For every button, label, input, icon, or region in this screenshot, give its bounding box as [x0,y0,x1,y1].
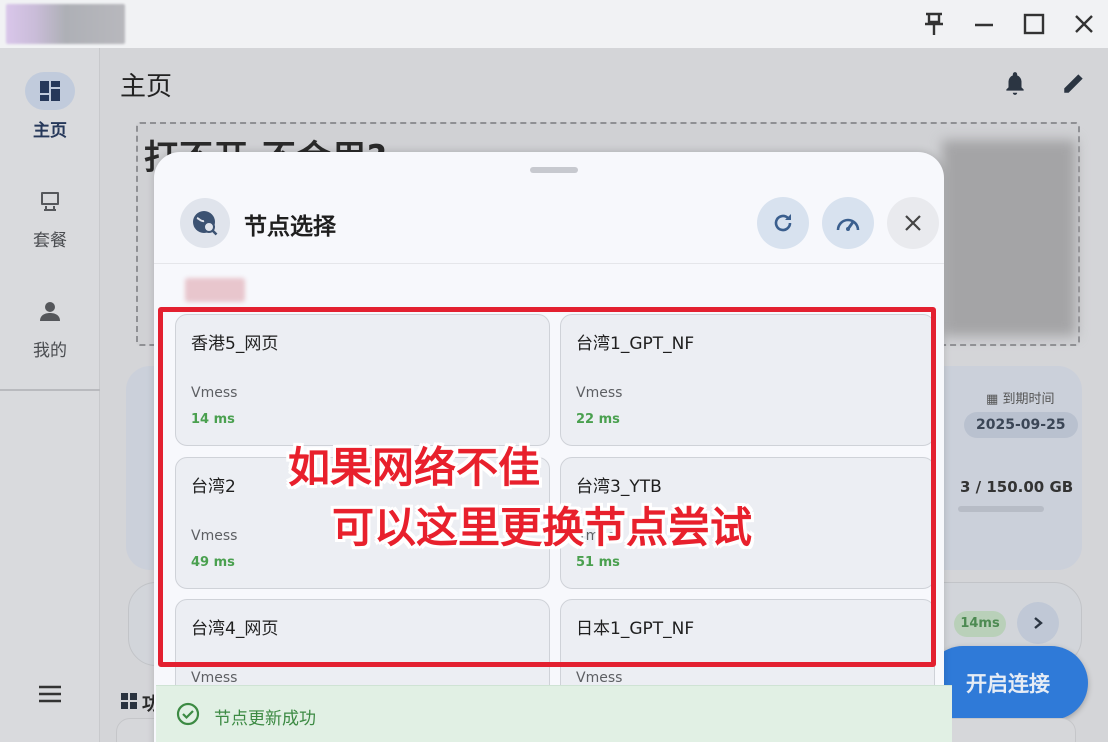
minimize-icon [975,23,993,27]
chevron-right-icon [1034,617,1043,629]
speedometer-icon [836,218,860,231]
pin-button[interactable] [918,8,950,40]
close-icon [1075,15,1093,33]
sidebar: 主页 套餐 我的 [0,48,100,742]
maximize-icon [1023,13,1045,35]
plan-icon [41,192,59,211]
dashboard-icon [40,81,60,101]
annotation-box [158,307,936,667]
close-window-button[interactable] [1068,8,1100,40]
latency-badge: 14ms [954,611,1006,637]
group-tab[interactable] [185,278,245,302]
blurred-image [942,140,1076,336]
pin-icon [925,12,943,35]
maximize-button[interactable] [1018,8,1050,40]
sidebar-divider [0,389,100,391]
sidebar-item-mine[interactable]: 我的 [0,292,100,361]
minimize-button[interactable] [968,8,1000,40]
drag-handle[interactable] [530,167,578,173]
menu-button[interactable] [37,684,63,708]
refresh-button[interactable] [757,197,809,249]
sidebar-item-label: 套餐 [33,231,67,251]
calendar-icon: ▦ [986,392,999,407]
pencil-icon [1064,74,1083,93]
node-protocol: Vmess [191,670,238,686]
divider [154,263,944,264]
refresh-icon [774,214,792,232]
traffic-usage: 3 / 150.00 GB [960,478,1074,496]
close-icon [905,215,921,231]
sheet-title: 节点选择 [244,214,336,240]
page-title: 主页 [120,72,173,102]
edit-button[interactable] [1061,70,1087,100]
toast-message: 节点更新成功 [214,709,316,729]
sheet-icon [180,198,230,248]
success-toast: 节点更新成功 [156,685,952,742]
annotation-text-line2: 可以这里更换节点尝试 [332,503,753,552]
sidebar-item-plans[interactable]: 套餐 [0,182,100,251]
notifications-button[interactable] [1002,70,1028,100]
node-select-button[interactable] [1017,602,1059,644]
person-icon [40,302,60,321]
node-protocol: Vmess [576,670,623,686]
bell-icon [1006,72,1024,95]
traffic-progress-bar [958,506,1044,512]
sidebar-item-label: 我的 [33,341,67,361]
sidebar-item-home[interactable]: 主页 [0,72,100,141]
grid-icon [120,692,138,714]
expire-date-badge: 2025-09-25 [964,412,1078,438]
title-bar [0,0,1108,48]
check-circle-icon [176,702,200,730]
sidebar-item-label: 主页 [33,121,67,141]
speed-test-button[interactable] [822,197,874,249]
expire-label: ▦ 到期时间 [986,392,1055,407]
hamburger-icon [39,685,61,703]
annotation-text-line1: 如果网络不佳 [288,443,541,492]
close-sheet-button[interactable] [887,197,939,249]
globe-search-icon [193,211,218,236]
app-logo [6,4,125,44]
